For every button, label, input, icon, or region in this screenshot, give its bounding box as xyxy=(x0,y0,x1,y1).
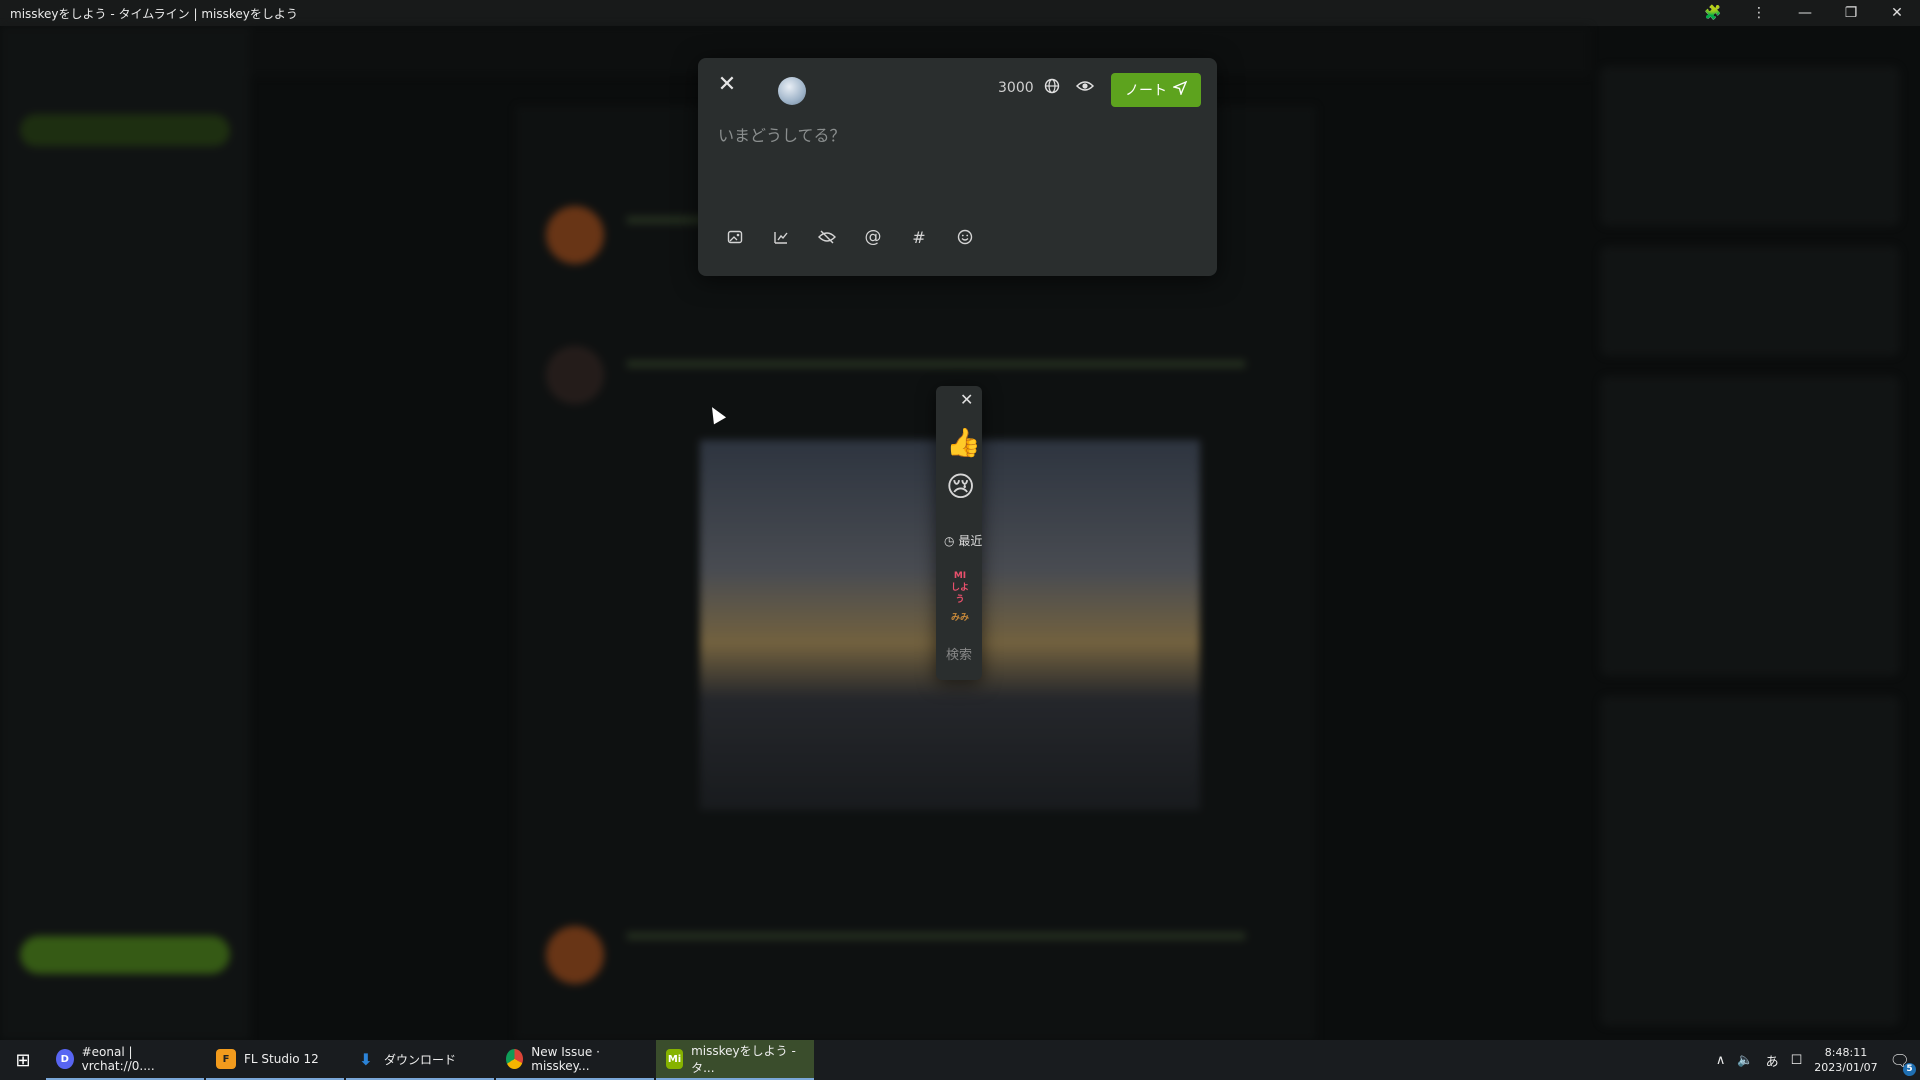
eye-icon[interactable] xyxy=(1075,77,1095,98)
right-widgets xyxy=(1600,46,1900,1046)
recent-section-header[interactable]: ◷ 最近 xyxy=(944,532,982,549)
avatar[interactable] xyxy=(778,77,806,105)
notification-center-icon[interactable]: 🗨 5 xyxy=(1890,1051,1916,1076)
clock[interactable]: 8:48:11 2023/01/07 xyxy=(1814,1045,1877,1075)
post-line xyxy=(626,932,1246,940)
submit-note-button[interactable]: ノート xyxy=(1111,73,1201,107)
submit-label: ノート xyxy=(1125,83,1167,99)
chevron-up-icon[interactable]: ∧ xyxy=(1716,1053,1726,1068)
compose-toolbar: @ # xyxy=(724,226,976,248)
emoji-search-input[interactable]: 検索 xyxy=(946,644,982,663)
misskey-icon: Mi xyxy=(666,1049,684,1069)
window-title-bar: misskeyをしよう - タイムライン | misskeyをしよう 🧩 ⋮ —… xyxy=(0,0,1920,26)
close-icon[interactable]: ✕ xyxy=(960,390,973,409)
custom-emoji[interactable]: みみ xyxy=(948,612,972,636)
download-icon: ⬇ xyxy=(359,1049,373,1069)
fl-studio-icon: F xyxy=(216,1049,236,1069)
globe-icon[interactable] xyxy=(1044,78,1060,99)
clock-time: 8:48:11 xyxy=(1824,1046,1868,1059)
poll-icon[interactable] xyxy=(770,226,792,248)
notification-count: 5 xyxy=(1903,1062,1916,1076)
post-line xyxy=(626,360,1246,368)
widget-box xyxy=(1600,66,1900,226)
widget-box xyxy=(1600,376,1900,676)
clock-date: 2023/01/07 xyxy=(1814,1061,1878,1074)
extensions-icon[interactable]: 🧩 xyxy=(1690,0,1736,26)
discord-icon: D xyxy=(56,1049,74,1069)
taskbar-item-fl-studio[interactable]: F FL Studio 12 xyxy=(206,1040,344,1080)
menu-icon[interactable]: ⋮ xyxy=(1736,0,1782,26)
taskbar-item-discord[interactable]: D #eonal | vrchat://0.... xyxy=(46,1040,204,1080)
widget-box xyxy=(1600,696,1900,1026)
image-add-icon[interactable] xyxy=(724,226,746,248)
mention-icon[interactable]: @ xyxy=(862,226,884,248)
hashtag-icon[interactable]: # xyxy=(908,226,930,248)
taskbar-item-chrome[interactable]: New Issue · misskey... xyxy=(496,1040,654,1080)
volume-icon[interactable]: 🔈 xyxy=(1737,1053,1753,1068)
taskbar: ⊞ D #eonal | vrchat://0.... F FL Studio … xyxy=(0,1040,1920,1080)
emoji-picker: ✕ 👍 😢 ◷ 最近 MI しよう みみ 検索 xyxy=(936,386,982,680)
emoji-icon[interactable] xyxy=(954,226,976,248)
sidebar-note-button xyxy=(20,936,230,974)
compose-note-dialog: ✕ 3000 ノート @ # xyxy=(698,58,1217,276)
cw-hide-icon[interactable] xyxy=(816,226,838,248)
chrome-icon xyxy=(506,1049,524,1069)
send-icon xyxy=(1171,80,1188,99)
avatar xyxy=(546,346,604,404)
recent-label: 最近 xyxy=(958,534,982,548)
task-label: New Issue · misskey... xyxy=(531,1045,600,1073)
window-controls: 🧩 ⋮ — ❐ ✕ xyxy=(1690,0,1920,26)
widget-box xyxy=(1600,246,1900,356)
crying-face-emoji[interactable]: 😢 xyxy=(946,470,975,503)
close-icon[interactable]: ✕ xyxy=(716,74,738,96)
system-tray: ∧ 🔈 あ ☐ 8:48:11 2023/01/07 🗨 5 xyxy=(1716,1045,1920,1076)
char-counter: 3000 xyxy=(998,80,1034,96)
task-label: #eonal | vrchat://0.... xyxy=(81,1045,155,1073)
avatar xyxy=(546,206,604,264)
task-label: FL Studio 12 xyxy=(244,1052,319,1066)
restore-button[interactable]: ❐ xyxy=(1828,0,1874,26)
task-label: ダウンロード xyxy=(384,1052,457,1067)
taskbar-item-misskey[interactable]: Mi misskeyをしよう - タ... xyxy=(656,1040,814,1080)
left-sidebar xyxy=(0,26,250,1040)
window-title: misskeyをしよう - タイムライン | misskeyをしよう xyxy=(10,6,298,21)
ime-indicator[interactable]: あ xyxy=(1766,1051,1779,1070)
task-label: misskeyをしよう - タ... xyxy=(691,1044,796,1075)
note-text-input[interactable] xyxy=(712,118,1214,216)
sidebar-active-item xyxy=(20,114,230,146)
close-button[interactable]: ✕ xyxy=(1874,0,1920,26)
taskbar-item-downloads[interactable]: ⬇ ダウンロード xyxy=(346,1040,494,1080)
thumbs-up-emoji[interactable]: 👍 xyxy=(946,426,981,459)
windows-start-icon[interactable]: ⊞ xyxy=(0,1040,46,1080)
avatar xyxy=(546,926,604,984)
ime-mode-icon[interactable]: ☐ xyxy=(1791,1053,1803,1068)
clock-icon: ◷ xyxy=(944,534,955,548)
minimize-button[interactable]: — xyxy=(1782,0,1828,26)
custom-emoji[interactable]: MI しよう xyxy=(948,570,972,605)
